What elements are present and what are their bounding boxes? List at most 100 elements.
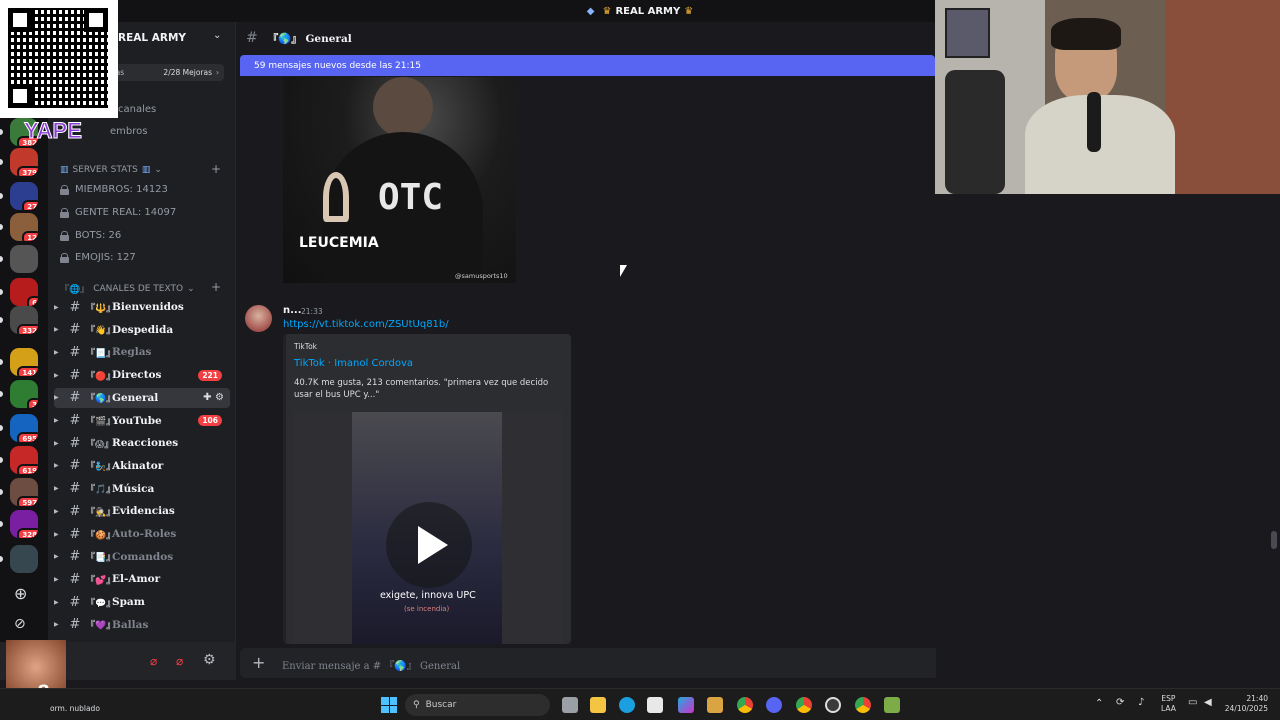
chevron-up-icon[interactable]: ⌃ [1095, 698, 1103, 709]
file-explorer-icon[interactable] [590, 697, 606, 713]
discover-icon[interactable]: ⊘ [14, 616, 26, 632]
taskbar-search[interactable]: ⚲ Buscar [405, 694, 550, 716]
caret-right-icon[interactable]: ▶ [54, 394, 64, 401]
play-button[interactable] [386, 502, 472, 588]
add-channel-icon[interactable]: + [211, 280, 221, 294]
caret-right-icon[interactable]: ▶ [54, 485, 64, 492]
channel-settings-icon[interactable]: ✚ ⚙ [203, 392, 224, 403]
members-link[interactable]: embros [110, 126, 147, 137]
channel-label: Directos [112, 369, 162, 382]
channel-item[interactable]: ▶ # 『📑』 Comandos [54, 547, 230, 567]
game-icon[interactable] [884, 697, 900, 713]
category-text-channels[interactable]: 『🌐』 CANALES DE TEXTO ⌄ [60, 282, 195, 296]
clock[interactable]: 21:40 24/10/2025 [1222, 694, 1268, 714]
channel-item[interactable]: ▶ # 『🔴』 Directos 221 [54, 365, 230, 385]
server-icon[interactable]: 619 [10, 446, 38, 474]
server-icon[interactable]: 6 [10, 278, 38, 306]
server-icon[interactable] [10, 245, 38, 273]
volume-icon[interactable]: ◀ [1204, 697, 1212, 708]
embed-title[interactable]: TikTok · Imanol Cordova [294, 358, 413, 369]
channel-item[interactable]: ▶ # 『🎵』 Música [54, 479, 230, 499]
stat-row[interactable]: EMOJIS: 127 [60, 252, 136, 263]
server-icon[interactable] [10, 545, 38, 573]
language-indicator[interactable]: ESP LAA [1161, 694, 1176, 714]
video-thumbnail[interactable]: exigete, innova UPC (se incendia) [294, 412, 562, 644]
stat-row[interactable]: GENTE REAL: 14097 [60, 207, 176, 218]
server-icon[interactable]: 27 [10, 182, 38, 210]
channel-label: Despedida [112, 323, 174, 336]
channel-prefix: 『💜』 [86, 621, 116, 632]
network-icon[interactable]: ⟳ [1116, 697, 1124, 708]
unread-pill [0, 317, 3, 323]
deafen-icon[interactable]: ⌀ [176, 654, 183, 668]
caret-right-icon[interactable]: ▶ [54, 599, 64, 606]
task-view-icon[interactable] [562, 697, 578, 713]
discord-icon[interactable] [766, 697, 782, 713]
add-attachment-icon[interactable]: + [252, 653, 265, 672]
server-icon[interactable]: 597 [10, 478, 38, 506]
caret-right-icon[interactable]: ▶ [54, 304, 64, 311]
channel-item[interactable]: ▶ # 『📃』 Reglas [54, 342, 230, 362]
caret-right-icon[interactable]: ▶ [54, 621, 64, 628]
chrome-icon[interactable] [796, 697, 812, 713]
caret-right-icon[interactable]: ▶ [54, 508, 64, 515]
scrollbar-thumb[interactable] [1271, 531, 1277, 549]
chrome-icon[interactable] [737, 697, 753, 713]
caret-right-icon[interactable]: ▶ [54, 349, 64, 356]
message-author[interactable]: n... [283, 305, 302, 316]
obs-icon[interactable] [825, 697, 841, 713]
server-icon[interactable]: 379 [10, 148, 38, 176]
stat-row[interactable]: BOTS: 26 [60, 230, 121, 241]
gear-icon[interactable]: ⚙ [203, 652, 216, 668]
play-icon [418, 526, 448, 564]
caret-right-icon[interactable]: ▶ [54, 417, 64, 424]
channel-item[interactable]: ▶ # 『🍪』 Auto-Roles [54, 524, 230, 544]
caret-right-icon[interactable]: ▶ [54, 531, 64, 538]
message-link[interactable]: https://vt.tiktok.com/ZSUtUq81b/ [283, 319, 449, 330]
browse-channels-link[interactable]: canales [118, 104, 156, 115]
add-channel-icon[interactable]: + [211, 162, 221, 176]
chevron-down-icon[interactable]: ⌄ [213, 30, 221, 41]
server-name[interactable]: REAL ARMY [118, 32, 186, 44]
stat-row[interactable]: MIEMBROS: 14123 [60, 184, 168, 195]
channel-item[interactable]: ▶ # 『🎬』 YouTube 106 [54, 411, 230, 431]
caret-right-icon[interactable]: ▶ [54, 462, 64, 469]
channel-item[interactable]: ▶ # 『🔱』 Bienvenidos [54, 297, 230, 317]
channel-item[interactable]: ▶ # 『🕵』 Evidencias [54, 501, 230, 521]
caret-right-icon[interactable]: ▶ [54, 372, 64, 379]
add-server-icon[interactable]: ⊕ [14, 584, 27, 603]
server-icon[interactable]: 328 [10, 510, 38, 538]
weather-label[interactable]: orm. nublado [50, 704, 100, 713]
copilot-icon[interactable] [678, 697, 694, 713]
channel-item[interactable]: ▶ # 『🧞』 Akinator [54, 456, 230, 476]
caret-right-icon[interactable]: ▶ [54, 553, 64, 560]
server-icon[interactable]: 12 [10, 213, 38, 241]
server-icon[interactable]: 332 [10, 306, 38, 334]
app-icon[interactable] [707, 697, 723, 713]
mute-mic-icon[interactable]: ⌀ [150, 654, 157, 668]
server-icon[interactable]: 141 [10, 348, 38, 376]
caret-right-icon[interactable]: ▶ [54, 576, 64, 583]
channel-item[interactable]: ▶ # 『💬』 Spam [54, 592, 230, 612]
message-image[interactable]: OTC LEUCEMIA @samusports10 [283, 77, 516, 283]
caret-right-icon[interactable]: ▶ [54, 440, 64, 447]
server-icon[interactable]: 695 [10, 414, 38, 442]
display-icon[interactable]: ▭ [1188, 697, 1197, 708]
category-server-stats[interactable]: ▥ SERVER STATS ▥ ⌄ [60, 165, 162, 175]
channel-item[interactable]: ▶ # 『💜』 Ballas [54, 615, 230, 635]
new-messages-bar[interactable]: 59 mensajes nuevos desde las 21:15 [240, 55, 935, 76]
server-icon[interactable]: 3 [10, 380, 38, 408]
channel-item[interactable]: ▶ # 『👋』 Despedida [54, 320, 230, 340]
microphone-icon[interactable]: ♪ [1138, 697, 1144, 708]
caret-right-icon[interactable]: ▶ [54, 326, 64, 333]
channel-item[interactable]: ▶ # 『😱』 Reacciones [54, 433, 230, 453]
edge-icon[interactable] [619, 697, 635, 713]
avatar[interactable] [245, 305, 272, 332]
channel-item[interactable]: ▶ # 『💕』 El-Amor [54, 569, 230, 589]
channel-item[interactable]: ▶ # 『🌎』 General ✚ ⚙ [54, 387, 230, 408]
store-icon[interactable] [647, 697, 663, 713]
start-button[interactable] [381, 697, 397, 713]
channel-label: Reglas [112, 346, 152, 359]
qr-finder-bl [8, 84, 32, 108]
chrome-icon[interactable] [855, 697, 871, 713]
